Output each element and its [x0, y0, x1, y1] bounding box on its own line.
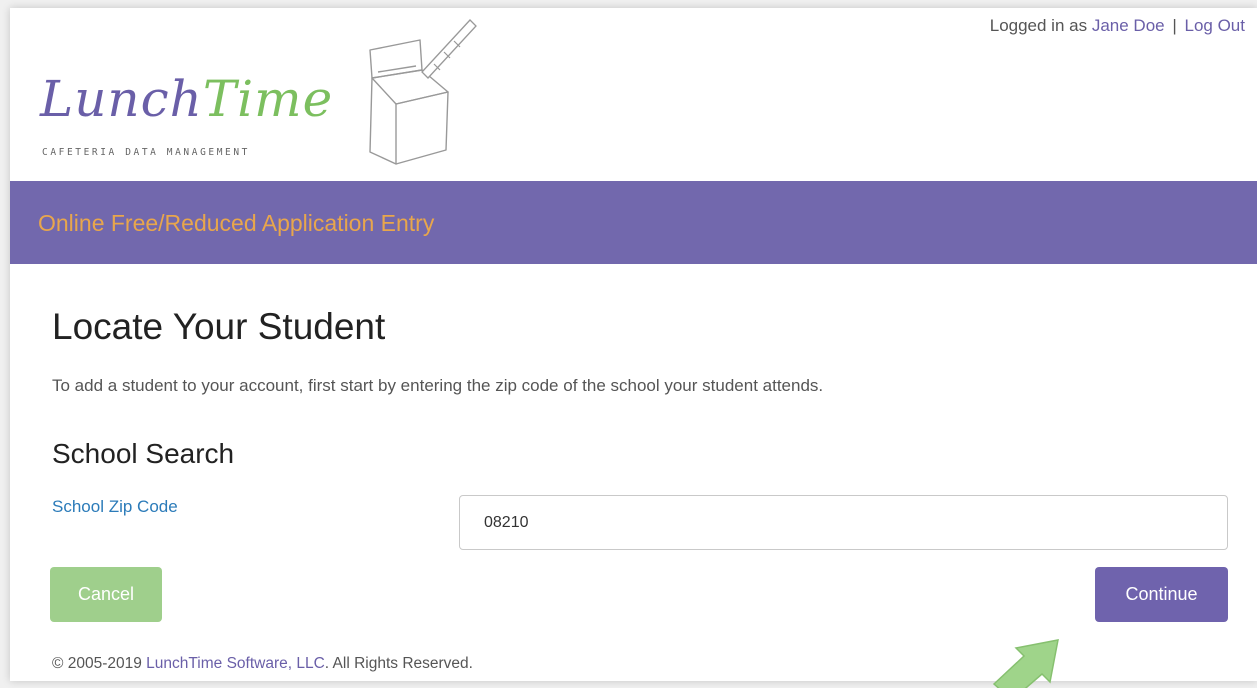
logged-in-prefix: Logged in as [989, 16, 1092, 35]
lunchtime-logo[interactable]: LunchTime CAFETERIA DATA MANAGEMENT [40, 12, 480, 172]
banner-title: Online Free/Reduced Application Entry [38, 210, 435, 236]
company-link[interactable]: LunchTime Software, LLC [146, 655, 325, 672]
copyright-suffix: . All Rights Reserved. [324, 655, 473, 672]
footer: © 2005-2019 LunchTime Software, LLC. All… [52, 655, 473, 673]
continue-button[interactable]: Continue [1095, 567, 1228, 622]
logo-wordmark: LunchTime [40, 74, 333, 124]
user-bar-separator: | [1172, 16, 1177, 35]
logo-word-lunch: Lunch [40, 70, 203, 128]
lunchbox-icon [369, 19, 477, 165]
cancel-button[interactable]: Cancel [50, 567, 162, 622]
page-title: Locate Your Student [52, 306, 386, 347]
user-bar: Logged in as Jane Doe | Log Out [990, 16, 1245, 36]
logo-tagline: CAFETERIA DATA MANAGEMENT [42, 147, 250, 158]
logo-word-time: Time [202, 70, 334, 128]
logout-link[interactable]: Log Out [1185, 16, 1246, 35]
zip-code-input[interactable] [459, 495, 1228, 550]
section-title: School Search [52, 438, 235, 469]
user-name-link[interactable]: Jane Doe [1092, 16, 1165, 35]
page-banner: Online Free/Reduced Application Entry [10, 181, 1257, 264]
intro-text: To add a student to your account, first … [52, 376, 824, 395]
copyright-prefix: © 2005-2019 [52, 655, 147, 672]
app-page: Logged in as Jane Doe | Log Out LunchTim… [10, 8, 1257, 688]
zip-code-label: School Zip Code [52, 497, 178, 516]
